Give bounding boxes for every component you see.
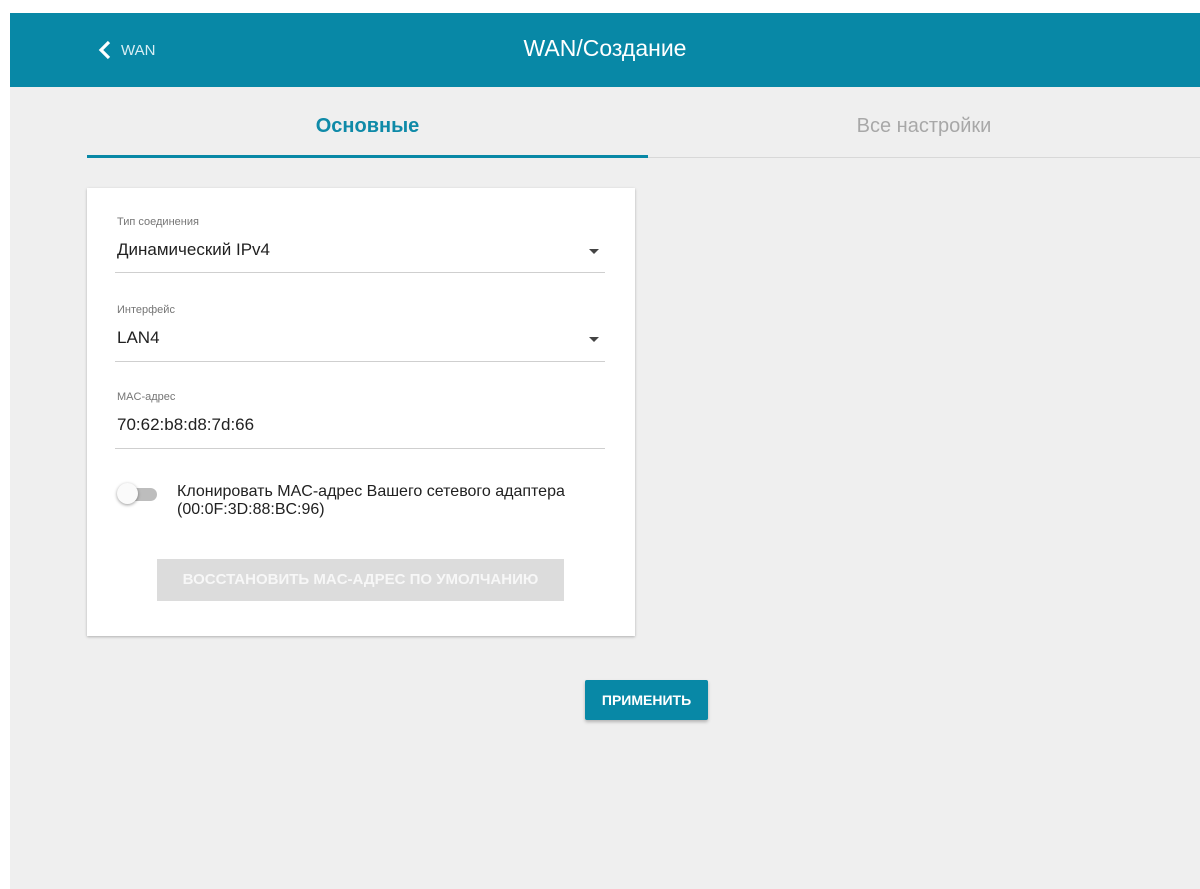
mac-address-field[interactable]: MAC-адрес 70:62:b8:d8:7d:66 bbox=[115, 391, 605, 449]
restore-default-mac-button[interactable]: ВОССТАНОВИТЬ MAC-АДРЕС ПО УМОЛЧАНИЮ bbox=[157, 559, 564, 601]
apply-button[interactable]: ПРИМЕНИТЬ bbox=[585, 680, 708, 720]
page-title: WAN/Создание bbox=[523, 35, 687, 61]
mac-address-value[interactable]: 70:62:b8:d8:7d:66 bbox=[117, 415, 254, 435]
interface-select[interactable]: Интерфейс LAN4 bbox=[115, 304, 605, 362]
settings-card: Тип соединения Динамический IPv4 Интерфе… bbox=[87, 188, 635, 636]
tab-bar: Основные Все настройки bbox=[87, 87, 1200, 158]
connection-type-value: Динамический IPv4 bbox=[117, 240, 271, 259]
clone-mac-label: Клонировать MAC-адрес Вашего сетевого ад… bbox=[177, 483, 565, 518]
connection-type-select[interactable]: Тип соединения Динамический IPv4 bbox=[115, 216, 605, 273]
interface-label: Интерфейс bbox=[117, 304, 175, 316]
caret-down-icon bbox=[589, 337, 599, 342]
interface-value: LAN4 bbox=[117, 328, 160, 347]
toggle-knob bbox=[117, 483, 138, 504]
mac-address-label: MAC-адрес bbox=[117, 391, 176, 403]
app-viewport: WAN WAN/Создание Основные Все настройки … bbox=[10, 13, 1200, 889]
tab-all-settings[interactable]: Все настройки bbox=[648, 87, 1200, 157]
tab-basic[interactable]: Основные bbox=[87, 87, 648, 158]
top-bar: WAN WAN/Создание bbox=[10, 13, 1200, 87]
connection-type-label: Тип соединения bbox=[117, 216, 199, 228]
caret-down-icon bbox=[589, 249, 599, 254]
clone-mac-toggle[interactable] bbox=[115, 482, 161, 506]
